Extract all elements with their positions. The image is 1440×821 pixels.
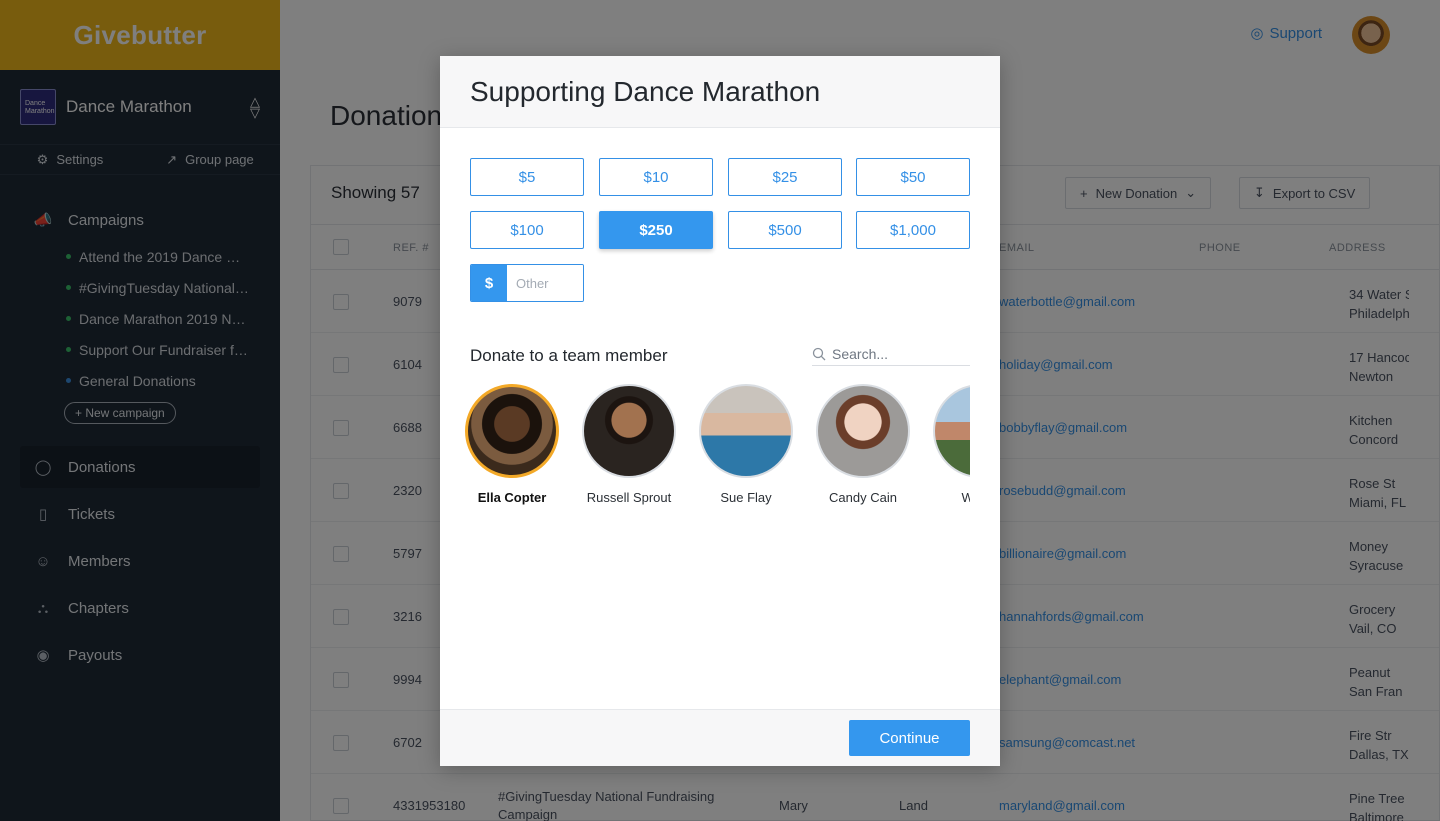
modal-footer: Continue — [440, 709, 1000, 766]
member-card-walter[interactable]: Walter — [925, 384, 970, 505]
member-avatar — [699, 384, 793, 478]
amount-1000-button[interactable]: $1,000 — [856, 211, 970, 249]
member-avatar — [933, 384, 970, 478]
team-member-list: Ella Copter Russell Sprout Sue Flay Cand… — [465, 384, 970, 514]
other-amount-input[interactable] — [507, 265, 583, 301]
amount-25-button[interactable]: $25 — [728, 158, 842, 196]
donation-modal: Supporting Dance Marathon $5 $10 $25 $50… — [440, 56, 1000, 766]
member-card-sue-flay[interactable]: Sue Flay — [691, 384, 801, 505]
member-avatar — [465, 384, 559, 478]
amount-500-button[interactable]: $500 — [728, 211, 842, 249]
member-search-input[interactable] — [832, 345, 962, 362]
amount-10-button[interactable]: $10 — [599, 158, 713, 196]
currency-symbol: $ — [471, 265, 507, 301]
member-avatar — [816, 384, 910, 478]
member-card-ella-copter[interactable]: Ella Copter — [465, 384, 567, 505]
amount-5-button[interactable]: $5 — [470, 158, 584, 196]
team-member-label: Donate to a team member — [470, 346, 668, 365]
continue-button[interactable]: Continue — [849, 720, 970, 756]
amount-100-button[interactable]: $100 — [470, 211, 584, 249]
member-avatar — [582, 384, 676, 478]
search-icon — [812, 347, 826, 360]
amount-50-button[interactable]: $50 — [856, 158, 970, 196]
member-search — [812, 342, 970, 366]
modal-title: Supporting Dance Marathon — [470, 75, 821, 107]
amount-250-button[interactable]: $250 — [599, 211, 713, 249]
member-card-russell-sprout[interactable]: Russell Sprout — [574, 384, 684, 505]
other-amount-field: $ — [470, 264, 584, 302]
modal-header: Supporting Dance Marathon — [440, 56, 1000, 128]
member-card-candy-cain[interactable]: Candy Cain — [808, 384, 918, 505]
